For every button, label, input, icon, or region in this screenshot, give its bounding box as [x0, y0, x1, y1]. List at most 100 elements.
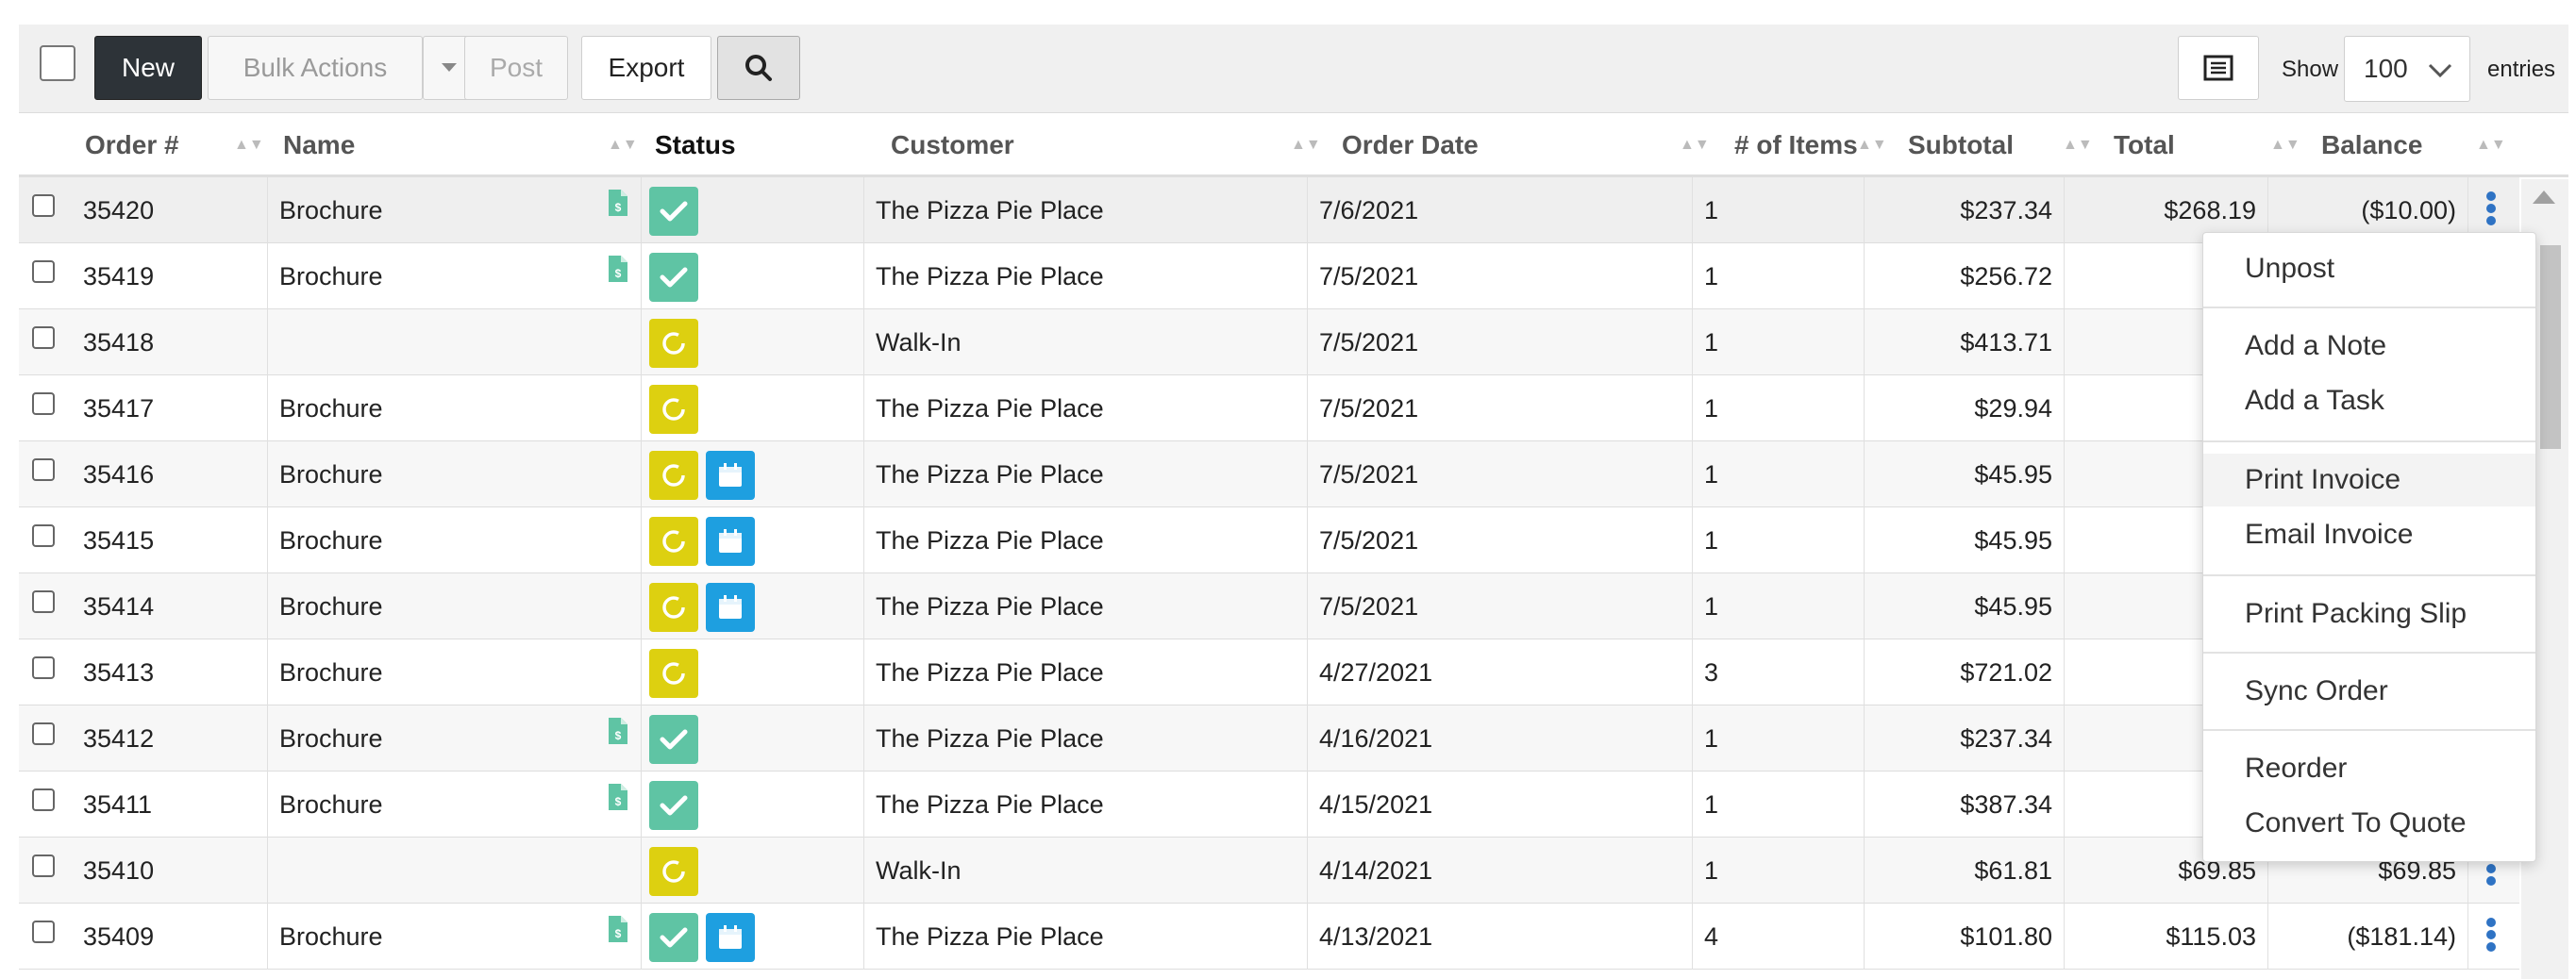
menu-item-print-invoice[interactable]: Print Invoice [2203, 454, 2535, 506]
cell-order: 35414 [72, 573, 268, 639]
menu-item-reorder[interactable]: Reorder [2203, 742, 2535, 795]
row-checkbox[interactable] [32, 524, 55, 547]
cell-customer: The Pizza Pie Place [864, 441, 1308, 507]
row-checkbox[interactable] [32, 921, 55, 943]
row-checkbox[interactable] [32, 722, 55, 745]
check-status-icon[interactable] [649, 253, 698, 302]
calendar-status-icon[interactable] [706, 451, 755, 500]
cell-items: 3 [1693, 639, 1865, 705]
menu-item-unpost[interactable]: Unpost [2203, 242, 2535, 295]
table-row[interactable]: 35413 Brochure The Pizza Pie Place 4/27/202… [19, 639, 2519, 705]
row-actions-menu: Unpost Add a Note Add a Task Print Invoi… [2202, 232, 2536, 862]
table-row[interactable]: 35410 Walk-In 4/14/2021 1 $61.81 $69.85 $69.85 [19, 838, 2519, 904]
in-progress-status-icon[interactable] [649, 517, 698, 566]
cell-date: 7/5/2021 [1308, 309, 1693, 375]
menu-item-add-task[interactable]: Add a Task [2203, 374, 2535, 427]
menu-item-print-packing-slip[interactable]: Print Packing Slip [2203, 588, 2535, 640]
table-row[interactable]: 35417 Brochure The Pizza Pie Place 7/5/2021… [19, 375, 2519, 441]
row-checkbox[interactable] [32, 194, 55, 217]
menu-item-convert-to-quote[interactable]: Convert To Quote [2203, 797, 2535, 850]
check-status-icon[interactable] [649, 715, 698, 764]
cell-subtotal: $29.94 [1865, 375, 2065, 441]
in-progress-status-icon[interactable] [649, 583, 698, 632]
table-row[interactable]: 35415 Brochure The Pizza Pie Place 7/5/2021… [19, 507, 2519, 573]
cell-order: 35419 [72, 243, 268, 309]
row-checkbox[interactable] [32, 392, 55, 415]
row-checkbox[interactable] [32, 855, 55, 877]
svg-text:$: $ [615, 927, 622, 940]
sort-icon: ▲▼ [1857, 137, 1887, 153]
table-row[interactable]: 35412 Brochure $ The Pizza Pie Place 4/16/20… [19, 705, 2519, 772]
in-progress-status-icon[interactable] [649, 319, 698, 368]
col-order-header[interactable]: Order # [85, 113, 179, 177]
invoice-doc-icon[interactable]: $ [608, 915, 628, 943]
row-checkbox[interactable] [32, 590, 55, 613]
cell-subtotal: $45.95 [1865, 441, 2065, 507]
row-checkbox[interactable] [32, 788, 55, 811]
cell-customer: The Pizza Pie Place [864, 177, 1308, 243]
svg-text:$: $ [615, 267, 622, 280]
invoice-doc-icon[interactable]: $ [608, 189, 628, 217]
invoice-doc-icon[interactable]: $ [608, 255, 628, 283]
table-row[interactable]: 35418Walk-In7/5/20211$413.71$46 [19, 309, 2519, 375]
cell-customer: Walk-In [864, 309, 1308, 375]
entries-select[interactable]: 100 [2344, 36, 2470, 102]
cell-date: 7/6/2021 [1308, 177, 1693, 243]
col-name-header[interactable]: Name [283, 113, 355, 177]
table-row[interactable]: 35420 Brochure $ The Pizza Pie Place 7/6/202… [19, 177, 2519, 243]
check-status-icon[interactable] [649, 187, 698, 236]
cell-name: Brochure [268, 441, 642, 507]
scrollbar-thumb[interactable] [2540, 245, 2561, 449]
table-row[interactable]: 35414 Brochure The Pizza Pie Place 7/5/2021… [19, 573, 2519, 639]
cell-date: 4/16/2021 [1308, 705, 1693, 772]
col-customer-header[interactable]: Customer [891, 113, 1014, 177]
cell-items: 1 [1693, 772, 1865, 838]
select-all-checkbox[interactable] [40, 45, 75, 81]
check-status-icon[interactable] [649, 781, 698, 830]
table-row[interactable]: 35409 Brochure $ The Pizza Pie Place 4/13/20… [19, 904, 2519, 970]
cell-subtotal: $721.02 [1865, 639, 2065, 705]
bulk-actions-button[interactable]: Bulk Actions [208, 36, 423, 100]
cell-name: Brochure [268, 507, 642, 573]
row-checkbox[interactable] [32, 656, 55, 679]
in-progress-status-icon[interactable] [649, 847, 698, 896]
in-progress-status-icon[interactable] [649, 385, 698, 434]
menu-item-add-note[interactable]: Add a Note [2203, 320, 2535, 373]
export-button[interactable]: Export [581, 36, 711, 100]
table-row[interactable]: 35411 Brochure $ The Pizza Pie Place 4/15/20… [19, 772, 2519, 838]
row-actions-kebab-icon[interactable] [2485, 189, 2497, 232]
table-row[interactable]: 35419 Brochure $ The Pizza Pie Place 7/5/202… [19, 243, 2519, 309]
menu-item-sync-order[interactable]: Sync Order [2203, 665, 2535, 718]
invoice-doc-icon[interactable]: $ [608, 783, 628, 811]
post-button[interactable]: Post [464, 36, 568, 100]
row-actions-kebab-icon[interactable] [2485, 915, 2497, 958]
cell-items: 1 [1693, 177, 1865, 243]
cell-customer: The Pizza Pie Place [864, 772, 1308, 838]
row-checkbox[interactable] [32, 326, 55, 349]
check-status-icon[interactable] [649, 913, 698, 962]
table-row[interactable]: 35416 Brochure The Pizza Pie Place 7/5/2021… [19, 441, 2519, 507]
calendar-status-icon[interactable] [706, 913, 755, 962]
in-progress-status-icon[interactable] [649, 649, 698, 698]
new-button[interactable]: New [94, 36, 202, 100]
col-subtotal-header[interactable]: Subtotal [1908, 113, 2014, 177]
in-progress-status-icon[interactable] [649, 451, 698, 500]
row-checkbox[interactable] [32, 260, 55, 283]
scroll-up-arrow-icon[interactable] [2533, 191, 2555, 204]
col-items-header[interactable]: # of Items [1734, 113, 1858, 177]
sort-icon: ▲▼ [234, 137, 264, 153]
cell-subtotal: $256.72 [1865, 243, 2065, 309]
col-status-header[interactable]: Status [655, 113, 736, 177]
row-checkbox[interactable] [32, 458, 55, 481]
calendar-status-icon[interactable] [706, 517, 755, 566]
menu-item-email-invoice[interactable]: Email Invoice [2203, 508, 2535, 561]
invoice-doc-icon[interactable]: $ [608, 717, 628, 745]
col-balance-header[interactable]: Balance [2321, 113, 2422, 177]
col-total-header[interactable]: Total [2114, 113, 2175, 177]
col-date-header[interactable]: Order Date [1342, 113, 1479, 177]
cell-items: 1 [1693, 309, 1865, 375]
calendar-status-icon[interactable] [706, 583, 755, 632]
search-button[interactable] [717, 36, 800, 100]
column-view-button[interactable] [2178, 36, 2259, 100]
sort-icon: ▲▼ [2270, 137, 2300, 153]
